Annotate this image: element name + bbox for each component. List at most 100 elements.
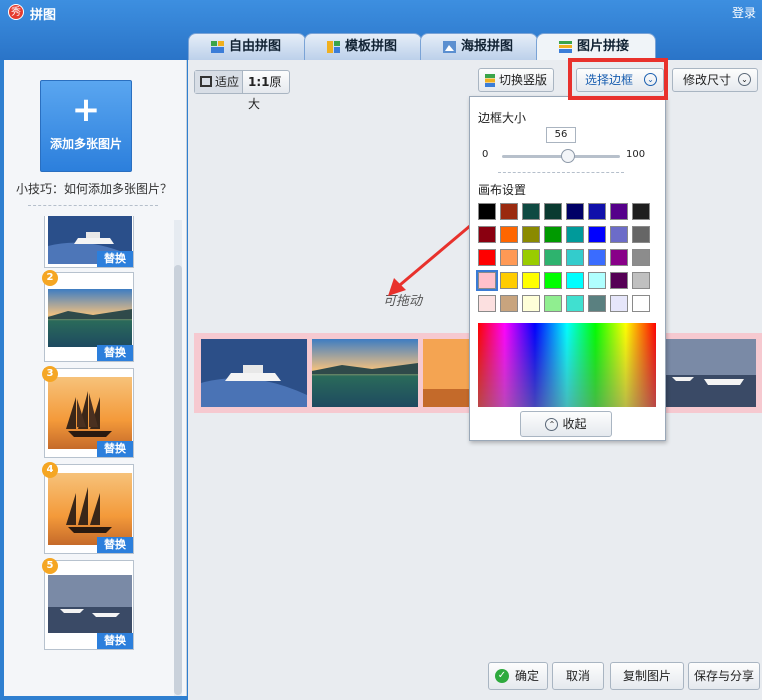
switch-vertical-button[interactable]: 切换竖版	[478, 68, 554, 92]
color-swatch[interactable]	[476, 270, 498, 291]
collapse-button[interactable]: ⌃ 收起	[520, 411, 612, 437]
color-swatch[interactable]	[544, 295, 562, 312]
color-swatch[interactable]	[632, 272, 650, 289]
color-swatch[interactable]	[522, 272, 540, 289]
list-item[interactable]: 替换	[44, 216, 134, 268]
color-swatch[interactable]	[544, 203, 562, 220]
stitched-photo-boats-shore[interactable]	[664, 339, 756, 407]
fit-button[interactable]: 适应	[195, 71, 243, 93]
color-swatch[interactable]	[566, 203, 584, 220]
color-swatch[interactable]	[588, 249, 606, 266]
color-swatch[interactable]	[632, 203, 650, 220]
tab-label: 模板拼图	[345, 39, 398, 54]
list-scrollbar[interactable]	[174, 220, 182, 696]
resize-button[interactable]: 修改尺寸 ⌄	[672, 68, 758, 92]
color-swatch[interactable]	[544, 272, 562, 289]
fit-label: 适应	[215, 75, 240, 89]
ratio-label: 1:1	[248, 75, 270, 89]
replace-button[interactable]: 替换	[97, 251, 133, 267]
template-collage-icon	[327, 41, 340, 53]
color-swatch[interactable]	[522, 226, 540, 243]
confirm-button[interactable]: ✓ 确定	[488, 662, 548, 690]
stitched-photo-lake-sunset[interactable]	[312, 339, 418, 407]
plus-icon: +	[71, 90, 101, 130]
collapse-label: 收起	[562, 417, 587, 431]
color-swatch[interactable]	[500, 203, 518, 220]
list-item[interactable]: 4 替换	[42, 462, 134, 554]
replace-button[interactable]: 替换	[97, 633, 133, 649]
replace-button[interactable]: 替换	[97, 537, 133, 553]
color-swatch[interactable]	[522, 249, 540, 266]
color-swatch[interactable]	[478, 203, 496, 220]
slider-knob[interactable]	[561, 149, 576, 163]
app-logo-icon: 秀	[8, 4, 24, 20]
color-swatch[interactable]	[588, 226, 606, 243]
color-swatch[interactable]	[478, 295, 496, 312]
add-images-button[interactable]: + 添加多张图片	[40, 80, 132, 172]
tab-poster-collage[interactable]: 海报拼图	[420, 33, 538, 60]
color-swatch[interactable]	[610, 295, 628, 312]
title-bar: 秀 拼图 登录 自由拼图 模板拼图 海报拼图 图片拼接	[0, 0, 762, 60]
color-swatch[interactable]	[610, 272, 628, 289]
cancel-button[interactable]: 取消	[552, 662, 604, 690]
color-swatch[interactable]	[610, 203, 628, 220]
boats-shore-thumbnail	[48, 575, 132, 633]
color-swatch[interactable]	[500, 249, 518, 266]
color-swatch[interactable]	[500, 272, 518, 289]
color-swatch[interactable]	[610, 226, 628, 243]
color-swatch[interactable]	[566, 295, 584, 312]
tab-label: 海报拼图	[461, 39, 514, 54]
color-swatch[interactable]	[478, 249, 496, 266]
zoom-toggle: 适应 1:1原大	[194, 70, 290, 111]
highlight-box	[568, 58, 668, 100]
color-swatch[interactable]	[500, 295, 518, 312]
chevron-down-icon: ⌄	[738, 73, 751, 86]
color-swatch[interactable]	[522, 295, 540, 312]
tab-image-stitch[interactable]: 图片拼接	[536, 33, 656, 60]
list-item[interactable]: 3 替换	[42, 366, 134, 458]
confirm-label: 确定	[514, 669, 539, 683]
original-size-button[interactable]: 1:1原大	[244, 71, 290, 111]
border-settings-popup: 边框大小 56 0 100 画布设置 ⌃ 收起	[469, 96, 666, 441]
color-swatch[interactable]	[566, 226, 584, 243]
list-item[interactable]: 5 替换	[42, 558, 134, 650]
color-spectrum[interactable]	[478, 323, 656, 407]
replace-button[interactable]: 替换	[97, 345, 133, 361]
color-swatch[interactable]	[544, 249, 562, 266]
scrollbar-thumb[interactable]	[174, 265, 182, 695]
border-size-label: 边框大小	[478, 111, 527, 125]
copy-image-button[interactable]: 复制图片	[610, 662, 684, 690]
save-share-button[interactable]: 保存与分享	[688, 662, 760, 690]
item-number-badge: 5	[42, 558, 58, 574]
add-images-label: 添加多张图片	[49, 137, 122, 151]
list-item[interactable]: 2 替换	[42, 270, 134, 362]
stitched-photo-sailship[interactable]	[423, 339, 473, 407]
color-swatch[interactable]	[632, 295, 650, 312]
color-swatch[interactable]	[632, 249, 650, 266]
color-swatch[interactable]	[544, 226, 562, 243]
color-swatch[interactable]	[566, 272, 584, 289]
chevron-up-icon: ⌃	[545, 418, 559, 431]
item-number-badge: 3	[42, 366, 58, 382]
tab-template-collage[interactable]: 模板拼图	[304, 33, 422, 60]
login-link[interactable]: 登录	[732, 4, 756, 21]
color-swatch[interactable]	[500, 226, 518, 243]
replace-button[interactable]: 替换	[97, 441, 133, 457]
image-list-panel: + 添加多张图片 小技巧：如何添加多张图片？ 替换 2 替换 3 替换 4 替换…	[4, 60, 187, 696]
color-swatch[interactable]	[588, 272, 606, 289]
sailship-thumbnail	[48, 473, 132, 545]
slider-max-label: 100	[626, 149, 646, 160]
stitched-photo-boat[interactable]	[201, 339, 307, 407]
color-swatch[interactable]	[632, 226, 650, 243]
tab-free-collage[interactable]: 自由拼图	[188, 33, 306, 60]
tip-link[interactable]: 小技巧：如何添加多张图片？	[14, 180, 174, 197]
check-icon: ✓	[495, 669, 509, 683]
slider-min-label: 0	[482, 149, 489, 160]
color-swatch[interactable]	[588, 203, 606, 220]
color-swatch[interactable]	[610, 249, 628, 266]
color-swatch[interactable]	[588, 295, 606, 312]
divider	[498, 172, 624, 173]
color-swatch[interactable]	[566, 249, 584, 266]
color-swatch[interactable]	[478, 226, 496, 243]
color-swatch[interactable]	[522, 203, 540, 220]
